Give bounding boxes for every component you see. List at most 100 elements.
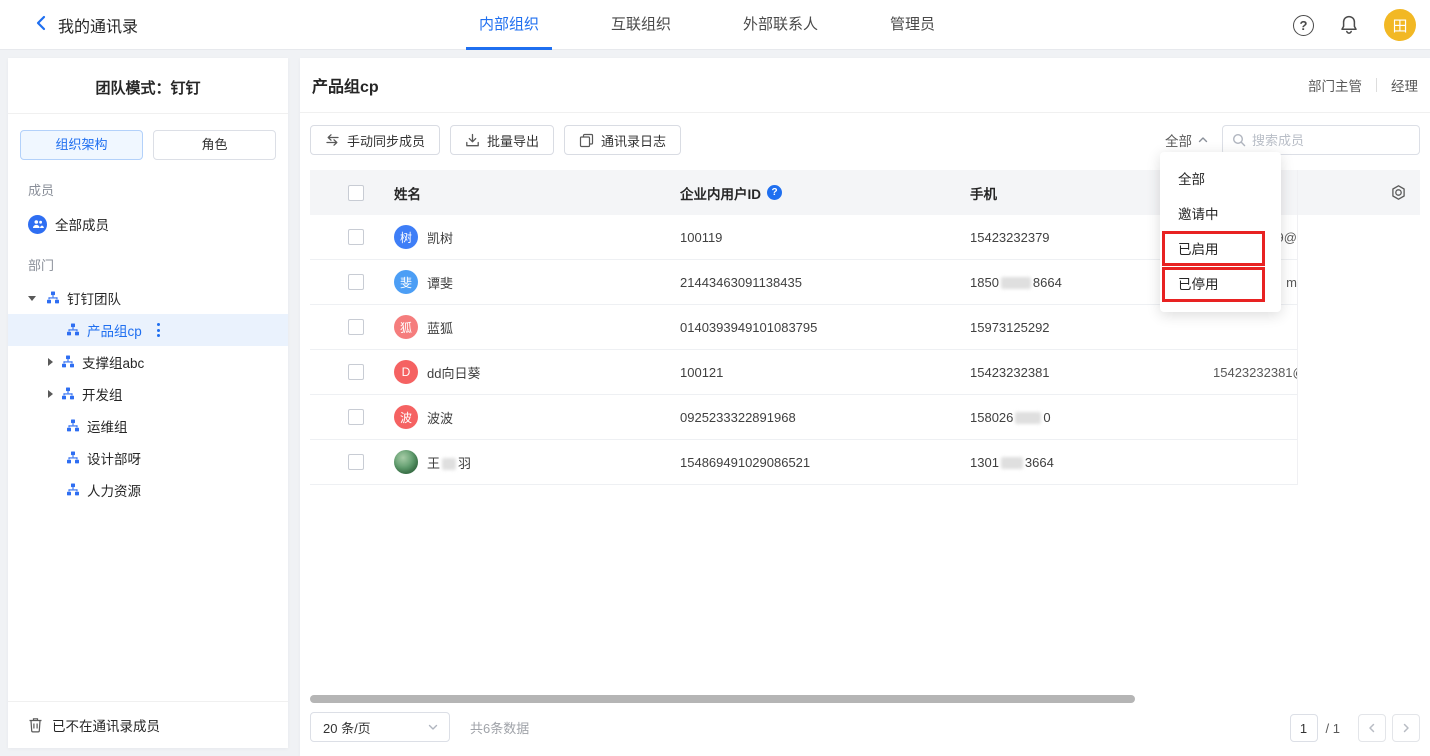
row-checkbox[interactable]: [348, 364, 364, 380]
redacted-segment: [1001, 457, 1023, 469]
contact-log-button[interactable]: 通讯录日志: [564, 125, 681, 155]
pagination-right: / 1: [1290, 714, 1420, 742]
tree-item-dev-group[interactable]: 开发组: [8, 378, 288, 410]
member-user-id: 100121: [680, 365, 970, 380]
row-checkbox[interactable]: [348, 319, 364, 335]
filter-option-inviting[interactable]: 邀请中: [1160, 197, 1281, 232]
member-user-id: 0925233322891968: [680, 410, 970, 425]
chevron-down-icon: [427, 721, 439, 733]
member-avatar-image: [394, 450, 418, 474]
divider: [1376, 78, 1377, 92]
member-name: 蓝狐: [427, 318, 453, 337]
member-email-fragment: 15423232381@: [1213, 365, 1297, 380]
department-icon: [66, 419, 80, 433]
row-checkbox[interactable]: [348, 274, 364, 290]
redacted-segment: [1015, 412, 1041, 424]
tree-item-design-dept[interactable]: 设计部呀: [8, 442, 288, 474]
tree-item-label: 开发组: [82, 384, 123, 404]
fixed-column-divider: [1297, 170, 1298, 485]
member-phone: 1580260: [970, 410, 1213, 425]
select-all-checkbox[interactable]: [348, 185, 364, 201]
department-icon: [61, 355, 75, 369]
member-avatar: 狐: [394, 315, 418, 339]
departments-section-label: 部门: [8, 243, 288, 280]
table-row: 王羽 154869491029086521 13013664: [310, 440, 1297, 485]
tab-connected-org[interactable]: 互联组织: [598, 0, 684, 50]
sidebar-item-removed-members[interactable]: 已不在通讯录成员: [8, 701, 288, 748]
filter-option-disabled[interactable]: 已停用: [1160, 267, 1281, 302]
tree-item-label: 设计部呀: [87, 448, 141, 468]
tree-item-dingtalk-team[interactable]: 钉钉团队: [8, 282, 288, 314]
page-number-input[interactable]: [1290, 714, 1318, 742]
member-name: 王羽: [427, 453, 471, 472]
manual-sync-label: 手动同步成员: [347, 131, 425, 150]
search-icon: [1232, 133, 1246, 147]
redacted-segment: [442, 458, 456, 470]
row-checkbox[interactable]: [348, 229, 364, 245]
view-tab-org-structure[interactable]: 组织架构: [20, 130, 143, 160]
user-avatar[interactable]: 田: [1384, 9, 1416, 41]
member-name: 凯树: [427, 228, 453, 247]
tree-item-product-group[interactable]: 产品组cp: [8, 314, 288, 346]
view-tab-roles[interactable]: 角色: [153, 130, 276, 160]
member-user-id: 0140393949101083795: [680, 320, 970, 335]
member-name: dd向日葵: [427, 363, 480, 382]
people-icon: [28, 215, 47, 234]
manager-link[interactable]: 经理: [1391, 75, 1418, 95]
column-user-id: 企业内用户ID ?: [680, 183, 970, 203]
column-settings-icon[interactable]: [1390, 184, 1407, 204]
redacted-segment: [1001, 277, 1031, 289]
back-button[interactable]: 我的通讯录: [34, 0, 138, 50]
row-checkbox[interactable]: [348, 454, 364, 470]
member-user-id: 100119: [680, 230, 970, 245]
prev-page-button[interactable]: [1358, 714, 1386, 742]
sync-arrows-icon: [325, 133, 340, 147]
department-icon: [46, 291, 60, 305]
tree-item-ops-group[interactable]: 运维组: [8, 410, 288, 442]
top-header: 我的通讯录 内部组织 互联组织 外部联系人 管理员 ? 田: [0, 0, 1430, 50]
help-icon[interactable]: ?: [1293, 15, 1314, 36]
team-mode-label: 团队模式：钉钉: [8, 58, 288, 114]
next-page-button[interactable]: [1392, 714, 1420, 742]
manual-sync-button[interactable]: 手动同步成员: [310, 125, 440, 155]
main-header: 产品组cp 部门主管 经理: [300, 58, 1430, 113]
members-section-label: 成员: [8, 168, 288, 205]
member-phone: 15973125292: [970, 320, 1213, 335]
member-name: 波波: [427, 408, 453, 427]
horizontal-scrollbar-thumb[interactable]: [310, 695, 1135, 703]
back-chevron-icon: [34, 14, 48, 37]
table-row: 树 凯树 100119 15423232379 79@: [310, 215, 1297, 260]
caret-right-icon[interactable]: [48, 390, 53, 398]
tree-item-support-group[interactable]: 支撑组abc: [8, 346, 288, 378]
search-input[interactable]: [1252, 133, 1428, 148]
toolbar: 手动同步成员 批量导出 通讯录日志 全部: [300, 113, 1430, 155]
tab-admins[interactable]: 管理员: [877, 0, 948, 50]
member-avatar: 波: [394, 405, 418, 429]
member-avatar: 树: [394, 225, 418, 249]
tab-internal-org[interactable]: 内部组织: [466, 0, 552, 50]
tree-item-label: 运维组: [87, 416, 128, 436]
bell-icon[interactable]: [1339, 14, 1359, 36]
member-phone: 13013664: [970, 455, 1213, 470]
filter-option-all[interactable]: 全部: [1160, 162, 1281, 197]
contact-log-label: 通讯录日志: [601, 131, 666, 150]
caret-right-icon[interactable]: [48, 358, 53, 366]
tab-external-contacts[interactable]: 外部联系人: [730, 0, 831, 50]
sidebar-view-tabs: 组织架构 角色: [8, 114, 288, 168]
dept-manager-link[interactable]: 部门主管: [1308, 75, 1362, 95]
trash-icon: [28, 717, 43, 733]
sidebar: 团队模式：钉钉 组织架构 角色 成员 全部成员 部门 钉钉团队 产品组cp: [8, 58, 288, 748]
sidebar-item-all-members[interactable]: 全部成员: [8, 205, 288, 243]
caret-down-icon[interactable]: [28, 296, 36, 301]
batch-export-button[interactable]: 批量导出: [450, 125, 554, 155]
question-tooltip-icon[interactable]: ?: [767, 185, 782, 200]
member-user-id: 21443463091138435: [680, 275, 970, 290]
role-links: 部门主管 经理: [1308, 75, 1418, 95]
row-checkbox[interactable]: [348, 409, 364, 425]
page-size-select[interactable]: 20 条/页: [310, 712, 450, 742]
tree-item-hr[interactable]: 人力资源: [8, 474, 288, 506]
department-icon: [66, 483, 80, 497]
filter-option-enabled[interactable]: 已启用: [1160, 232, 1281, 267]
status-filter-dropdown[interactable]: 全部: [1165, 130, 1209, 150]
kebab-menu-icon[interactable]: [154, 320, 163, 340]
